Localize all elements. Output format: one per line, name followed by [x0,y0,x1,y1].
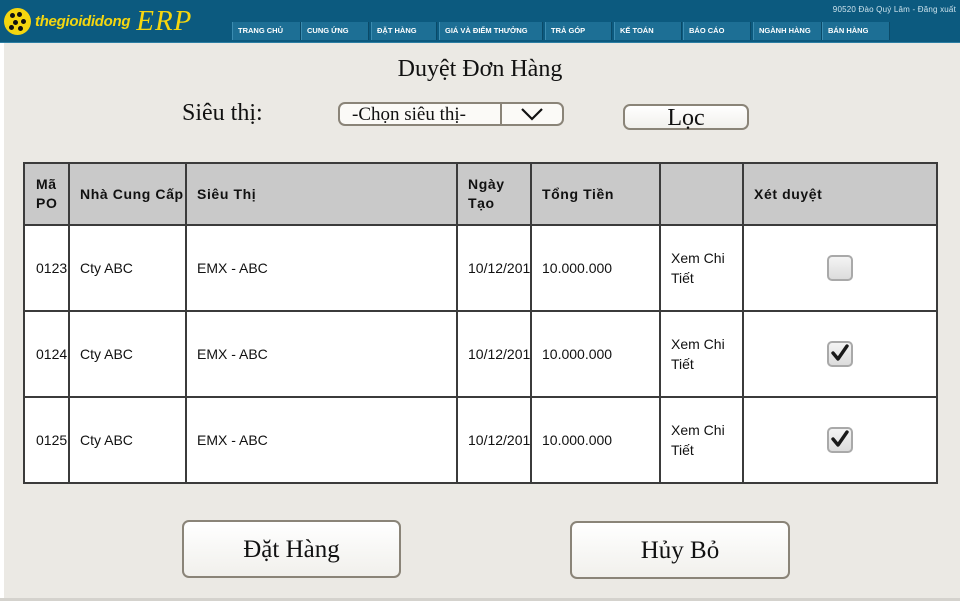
thegioididong-logo-icon [4,7,31,35]
brand-name: thegioididong [35,12,131,30]
checkmark-icon [831,344,849,361]
filter-button[interactable]: Lọc [623,104,749,130]
cell-po: 0125 [23,396,70,484]
cell-total: 10.000.000 [530,224,661,312]
column-header-store: Siêu Thị [185,162,458,226]
cell-store: EMX - ABC [185,310,458,398]
view-detail-link[interactable]: Xem Chi Tiết [659,224,744,312]
column-header-supplier: Nhà Cung Cấp [68,162,187,226]
view-detail-link[interactable]: Xem Chi Tiết [659,396,744,484]
cell-po: 0123 [23,224,70,312]
nav-item-tra-gop[interactable]: TRẢ GÓP [545,22,612,40]
cell-total: 10.000.000 [530,396,661,484]
nav-item-cung-ung[interactable]: CUNG ỨNG [301,22,369,40]
nav-item-trang-chu[interactable]: TRANG CHỦ [232,22,301,40]
place-order-button[interactable]: Đặt Hàng [182,520,401,578]
store-select-value: -Chọn siêu thị- [340,104,502,124]
cell-date: 10/12/201 [456,396,532,484]
table-header-row: Mã PO Nhà Cung Cấp Siêu Thị Ngày Tạo Tổn… [23,162,938,226]
column-header-total: Tổng Tiền [530,162,661,226]
nav-item-bao-cao[interactable]: BÁO CÁO [683,22,751,40]
cell-supplier: Cty ABC [68,396,187,484]
table-row: 0125 Cty ABC EMX - ABC 10/12/201 10.000.… [23,396,938,484]
cell-po: 0124 [23,310,70,398]
cell-supplier: Cty ABC [68,224,187,312]
column-header-detail [659,162,744,226]
view-detail-link[interactable]: Xem Chi Tiết [659,310,744,398]
page-title: Duyệt Đơn Hàng [397,56,563,82]
cell-approve [742,396,938,484]
cell-approve [742,224,938,312]
cell-approve [742,310,938,398]
nav-item-ke-toan[interactable]: KẾ TOÁN [614,22,682,40]
checkmark-icon [831,430,849,447]
nav-item-gia-va-diem-thuong[interactable]: GIÁ VÀ ĐIỂM THƯỞNG [439,22,543,40]
table-row: 0124 Cty ABC EMX - ABC 10/12/201 10.000.… [23,310,938,398]
table-row: 0123 Cty ABC EMX - ABC 10/12/201 10.000.… [23,224,938,312]
chevron-down-icon[interactable] [502,104,562,124]
user-info-logout[interactable]: 90520 Đào Quý Lâm - Đăng xuất [833,5,956,14]
cell-store: EMX - ABC [185,396,458,484]
nav-item-ban-hang[interactable]: BÁN HÀNG [822,22,890,40]
column-header-date: Ngày Tạo [456,162,532,226]
top-header-bar: thegioididong ERP 90520 Đào Quý Lâm - Đă… [0,0,960,43]
nav-item-dat-hang[interactable]: ĐẶT HÀNG [371,22,437,40]
store-filter-label: Siêu thị: [182,100,263,126]
cell-supplier: Cty ABC [68,310,187,398]
brand-logo[interactable]: thegioididong ERP [4,5,192,37]
approve-checkbox[interactable] [827,341,853,367]
column-header-po: Mã PO [23,162,70,226]
cell-total: 10.000.000 [530,310,661,398]
cell-date: 10/12/201 [456,224,532,312]
approve-checkbox[interactable] [827,255,853,281]
cell-date: 10/12/201 [456,310,532,398]
purchase-order-table: Mã PO Nhà Cung Cấp Siêu Thị Ngày Tạo Tổn… [23,162,938,484]
nav-item-nganh-hang[interactable]: NGÀNH HÀNG [753,22,822,40]
cancel-button[interactable]: Hủy Bỏ [570,521,790,579]
column-header-approve: Xét duyệt [742,162,938,226]
cell-store: EMX - ABC [185,224,458,312]
app-name: ERP [136,4,193,37]
approve-checkbox[interactable] [827,427,853,453]
store-select[interactable]: -Chọn siêu thị- [338,102,564,126]
